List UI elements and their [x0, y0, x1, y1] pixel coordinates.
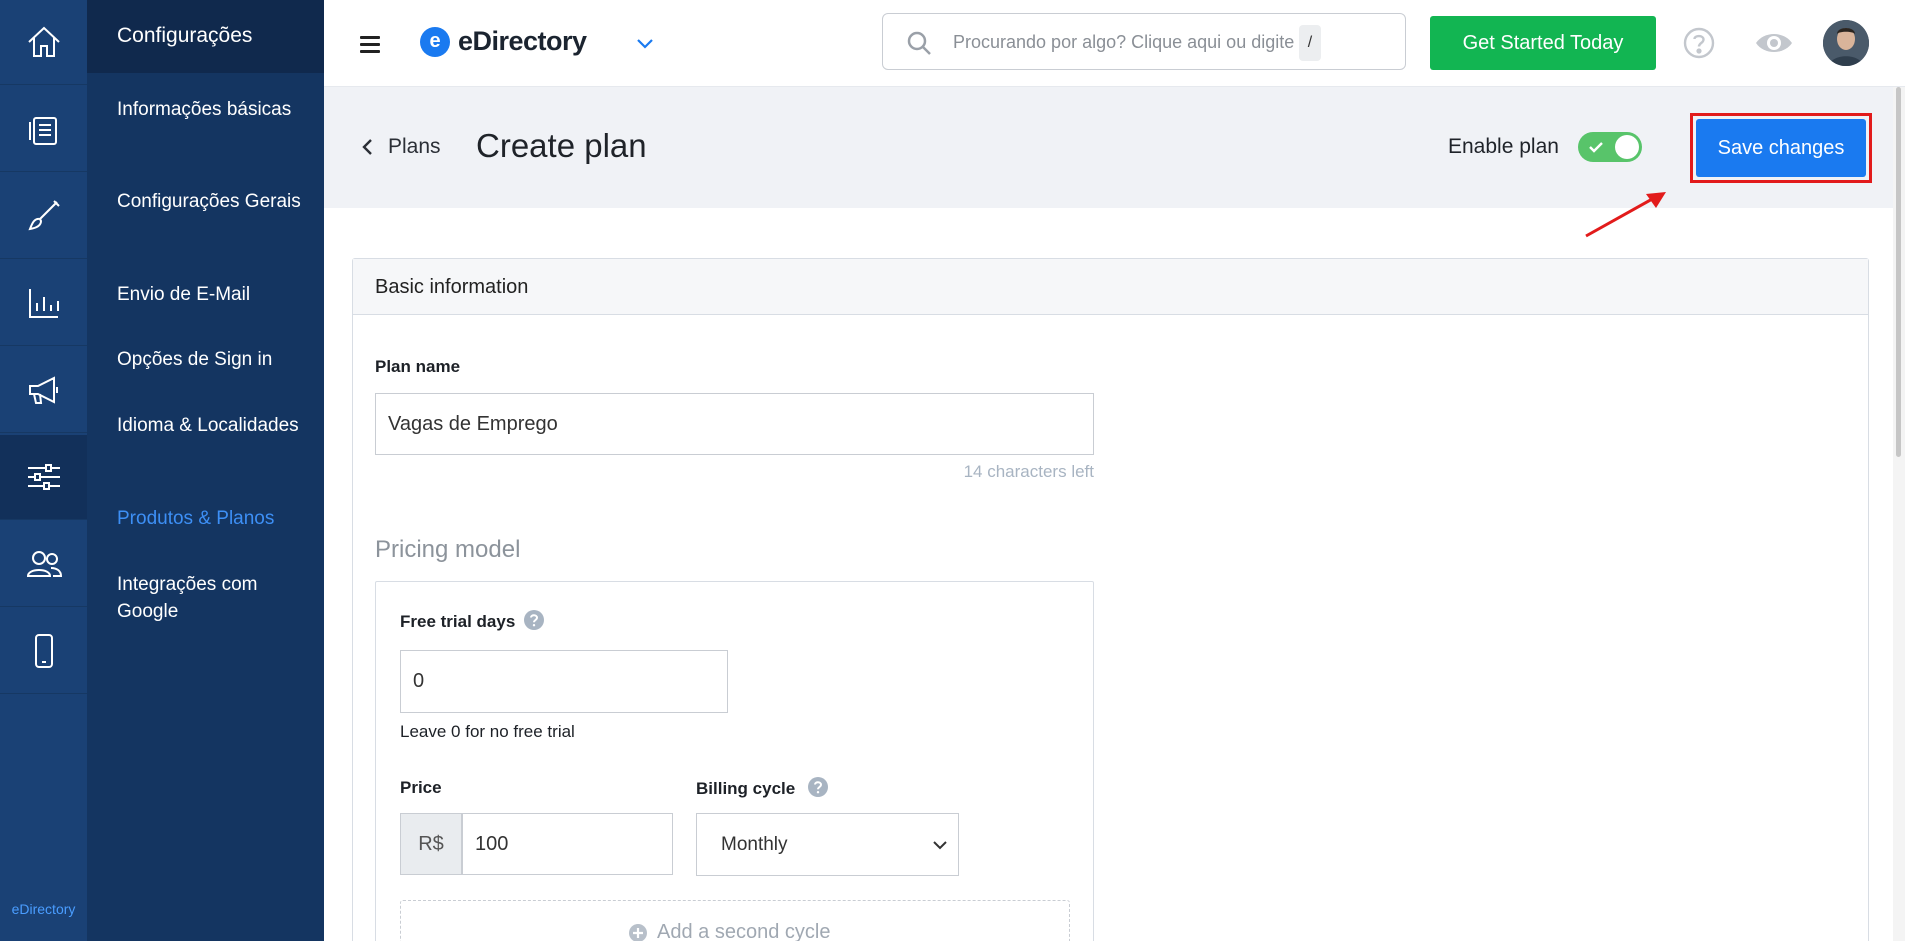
chevron-down-icon	[933, 841, 947, 850]
search-box[interactable]: /	[882, 13, 1406, 70]
price-input[interactable]	[462, 813, 673, 875]
chevron-left-icon	[362, 139, 372, 155]
plan-name-counter: 14 characters left	[963, 462, 1094, 481]
menu-item-produtos-planos[interactable]: Produtos & Planos	[117, 505, 317, 532]
menu-item-integracoes-google[interactable]: Integrações com Google	[117, 571, 317, 625]
rail-users[interactable]	[0, 522, 87, 607]
icon-rail: eDirectory	[0, 0, 87, 941]
search-input[interactable]	[953, 32, 1313, 53]
enable-plan-label: Enable plan	[1448, 135, 1559, 158]
free-trial-hint: Leave 0 for no free trial	[400, 722, 575, 741]
menu-header: Configurações	[87, 0, 324, 73]
pricing-model-box: Free trial days Leave 0 for no free tria…	[375, 581, 1094, 941]
help-icon[interactable]	[1682, 26, 1716, 60]
add-second-cycle-label: Add a second cycle	[657, 921, 831, 941]
hamburger-menu-icon[interactable]	[360, 36, 380, 53]
rail-brand: eDirectory	[11, 901, 76, 917]
card-header: Basic information	[353, 259, 1868, 315]
billing-cycle-select[interactable]: Monthly	[696, 813, 959, 876]
price-label: Price	[400, 778, 442, 797]
top-bar: e eDirectory / Get Started Today	[324, 0, 1905, 87]
documents-icon	[28, 117, 57, 145]
search-icon	[907, 31, 931, 55]
rail-design[interactable]	[0, 174, 87, 259]
billing-cycle-value: Monthly	[721, 834, 788, 855]
basic-information-card: Basic information Plan name 14 character…	[352, 258, 1869, 941]
get-started-button[interactable]: Get Started Today	[1430, 16, 1656, 70]
back-to-plans-link[interactable]: Plans	[360, 135, 441, 159]
currency-prefix: R$	[400, 813, 462, 875]
page-title: Create plan	[476, 127, 647, 164]
sliders-icon	[27, 464, 60, 490]
annotation-arrow-icon	[1585, 192, 1666, 238]
pricing-model-title: Pricing model	[375, 536, 521, 563]
chevron-down-icon[interactable]	[634, 32, 656, 54]
save-changes-button[interactable]: Save changes	[1696, 119, 1866, 177]
back-label: Plans	[388, 135, 441, 158]
brush-icon	[27, 200, 60, 231]
enable-plan-toggle[interactable]	[1578, 132, 1642, 162]
mobile-icon	[34, 634, 53, 668]
billing-cycle-label: Billing cycle	[696, 779, 796, 798]
question-info-icon[interactable]	[524, 610, 544, 630]
chart-icon	[28, 289, 59, 318]
search-shortcut-key: /	[1299, 25, 1321, 61]
users-icon	[26, 551, 62, 577]
avatar-photo-icon	[1823, 20, 1869, 66]
preview-eye-icon[interactable]	[1754, 28, 1794, 58]
menu-item-envio-email[interactable]: Envio de E-Mail	[117, 281, 317, 308]
toggle-knob	[1615, 135, 1639, 159]
rail-reports[interactable]	[0, 261, 87, 346]
free-trial-label: Free trial days	[400, 612, 516, 631]
rail-home[interactable]	[0, 0, 87, 85]
megaphone-icon	[28, 376, 58, 404]
question-info-icon[interactable]	[808, 777, 828, 797]
plan-name-input[interactable]	[375, 393, 1094, 455]
brand-name: eDirectory	[458, 26, 587, 56]
menu-item-idioma-localidades[interactable]: Idioma & Localidades	[117, 412, 317, 439]
brand-logo[interactable]: e eDirectory	[420, 26, 587, 57]
brand-mark: e	[420, 26, 450, 57]
free-trial-input[interactable]	[400, 650, 728, 713]
plus-circle-icon	[629, 923, 647, 941]
settings-menu: Configurações Informações básicas Config…	[87, 0, 324, 941]
rail-content[interactable]	[0, 87, 87, 172]
scrollbar-thumb[interactable]	[1896, 87, 1901, 457]
menu-item-configuracoes-gerais[interactable]: Configurações Gerais	[117, 188, 317, 215]
add-second-cycle-button[interactable]: Add a second cycle	[400, 900, 1070, 941]
check-icon	[1589, 142, 1603, 153]
rail-settings[interactable]	[0, 435, 87, 520]
menu-item-informacoes-basicas[interactable]: Informações básicas	[117, 96, 317, 123]
menu-item-opcoes-sign-in[interactable]: Opções de Sign in	[117, 346, 317, 373]
rail-mobile[interactable]	[0, 609, 87, 694]
plan-name-label: Plan name	[375, 357, 461, 376]
user-avatar[interactable]	[1823, 20, 1869, 66]
rail-promotion[interactable]	[0, 348, 87, 433]
page-scrollbar[interactable]	[1893, 87, 1905, 941]
home-icon	[27, 26, 60, 57]
